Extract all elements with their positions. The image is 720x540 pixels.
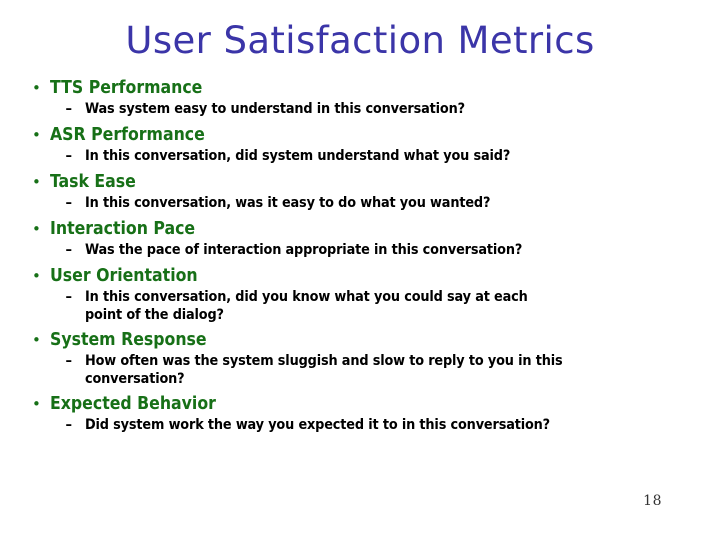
page-title: User Satisfaction Metrics <box>125 19 595 62</box>
question-line: In this conversation, was it easy to do … <box>85 195 491 211</box>
list-item-level2: – In this conversation, did you know wha… <box>24 288 700 324</box>
metric-question: In this conversation, did system underst… <box>85 147 510 165</box>
list-item-level1: • TTS Performance <box>24 78 700 99</box>
metric-question: Was the pace of interaction appropriate … <box>85 241 522 259</box>
bullet-group: • System Response – How often was the sy… <box>24 330 700 388</box>
metrics-bullet-list: • TTS Performance – Was system easy to u… <box>24 78 700 441</box>
metric-heading: Task Ease <box>50 172 136 192</box>
bullet-dot-icon: • <box>32 395 41 413</box>
bullet-group: • TTS Performance – Was system easy to u… <box>24 78 700 119</box>
list-item-level2: – In this conversation, did system under… <box>24 147 700 166</box>
bullet-group: • Interaction Pace – Was the pace of int… <box>24 219 700 260</box>
list-item-level2: – Was the pace of interaction appropriat… <box>24 241 700 260</box>
bullet-dash-icon: – <box>65 195 72 211</box>
metric-question: In this conversation, did you know what … <box>85 288 528 324</box>
question-line: Was system easy to understand in this co… <box>85 101 465 117</box>
bullet-dash-icon: – <box>65 289 72 305</box>
list-item-level2: – Was system easy to understand in this … <box>24 100 700 119</box>
metric-question: In this conversation, was it easy to do … <box>85 194 490 212</box>
metric-question: Did system work the way you expected it … <box>85 416 550 434</box>
metric-question: How often was the system sluggish and sl… <box>85 352 563 388</box>
question-line: In this conversation, did system underst… <box>85 148 511 164</box>
bullet-dot-icon: • <box>32 331 41 349</box>
question-line: In this conversation, did you know what … <box>85 289 528 305</box>
metric-question: Was system easy to understand in this co… <box>85 100 465 118</box>
slide-canvas: User Satisfaction Metrics • TTS Performa… <box>0 0 720 540</box>
metric-heading: System Response <box>50 330 207 350</box>
metric-heading: ASR Performance <box>50 125 205 145</box>
metric-heading: TTS Performance <box>50 78 203 98</box>
page-number: 18 <box>643 493 662 509</box>
list-item-level1: • ASR Performance <box>24 125 700 146</box>
bullet-dash-icon: – <box>65 148 72 164</box>
bullet-group: • ASR Performance – In this conversation… <box>24 125 700 166</box>
list-item-level1: • Task Ease <box>24 172 700 193</box>
bullet-dash-icon: – <box>65 353 72 369</box>
list-item-level1: • System Response <box>24 330 700 351</box>
bullet-group: • User Orientation – In this conversatio… <box>24 266 700 324</box>
question-line: conversation? <box>85 371 185 387</box>
question-line: Did system work the way you expected it … <box>85 417 550 433</box>
list-item-level1: • User Orientation <box>24 266 700 287</box>
metric-heading: Expected Behavior <box>50 394 216 414</box>
bullet-dot-icon: • <box>32 220 41 238</box>
question-line: How often was the system sluggish and sl… <box>85 353 563 369</box>
bullet-dot-icon: • <box>32 126 41 144</box>
list-item-level2: – Did system work the way you expected i… <box>24 416 700 435</box>
bullet-group: • Task Ease – In this conversation, was … <box>24 172 700 213</box>
question-line: point of the dialog? <box>85 307 224 323</box>
metric-heading: Interaction Pace <box>50 219 196 239</box>
bullet-dot-icon: • <box>32 267 41 285</box>
list-item-level1: • Expected Behavior <box>24 394 700 415</box>
metric-heading: User Orientation <box>50 266 198 286</box>
bullet-dash-icon: – <box>65 417 72 433</box>
bullet-dash-icon: – <box>65 101 72 117</box>
bullet-dash-icon: – <box>65 242 72 258</box>
bullet-group: • Expected Behavior – Did system work th… <box>24 394 700 435</box>
bullet-dot-icon: • <box>32 173 41 191</box>
bullet-dot-icon: • <box>32 79 41 97</box>
list-item-level2: – How often was the system sluggish and … <box>24 352 700 388</box>
question-line: Was the pace of interaction appropriate … <box>85 242 523 258</box>
list-item-level2: – In this conversation, was it easy to d… <box>24 194 700 213</box>
list-item-level1: • Interaction Pace <box>24 219 700 240</box>
